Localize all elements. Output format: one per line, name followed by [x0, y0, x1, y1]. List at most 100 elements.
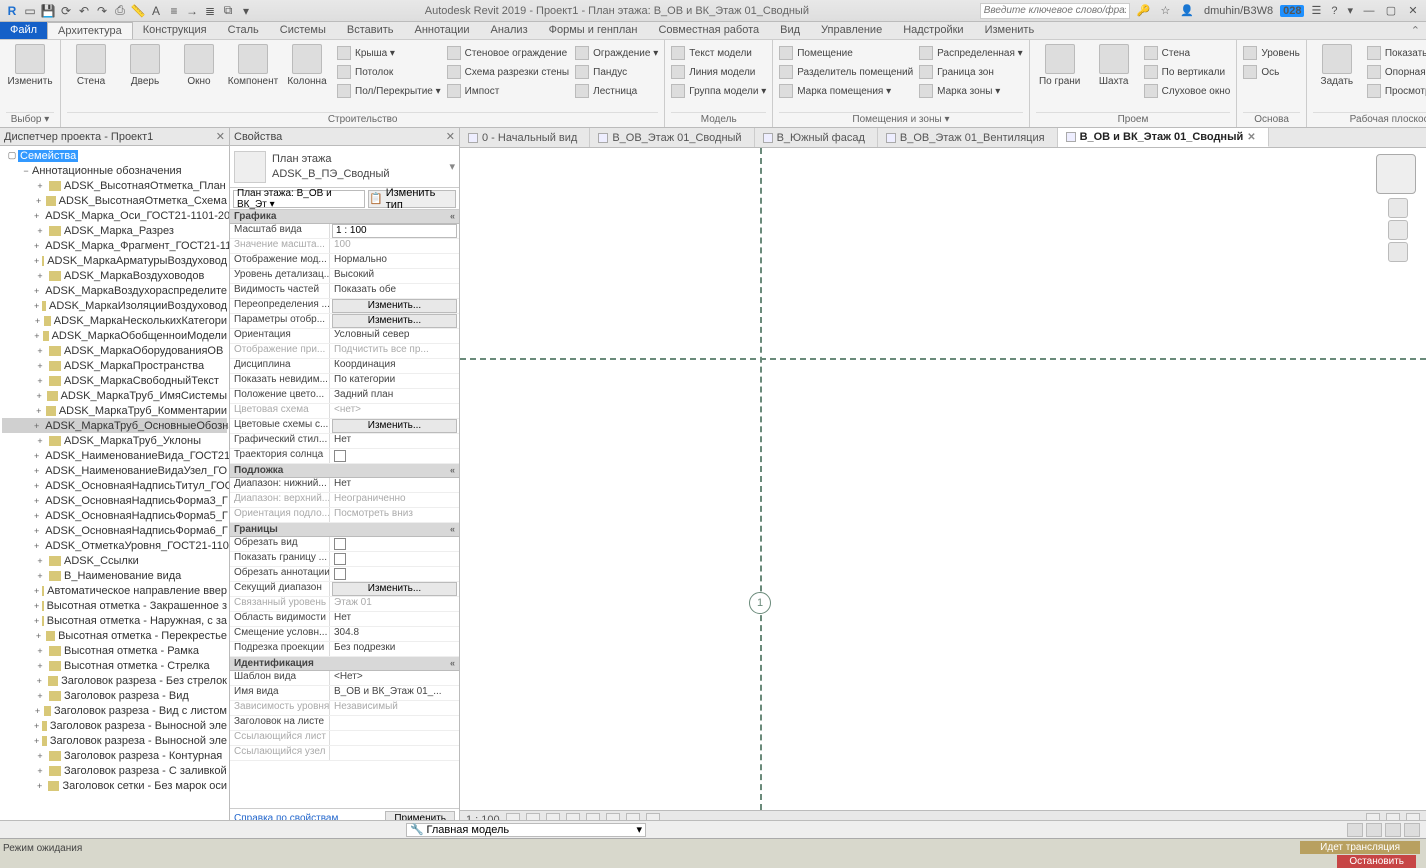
prop-row[interactable]: Заголовок на листе [230, 716, 459, 731]
prop-value[interactable]: В_ОВ и ВК_Этаж 01_... [330, 686, 459, 700]
prop-value[interactable]: Подчистить все пр... [330, 344, 459, 358]
floor-button[interactable]: Пол/Перекрытие ▾ [337, 82, 441, 100]
tree-item[interactable]: +ADSK_МаркаНесколькихКатегори [2, 313, 227, 328]
ribbon-tab-addins[interactable]: Надстройки [893, 22, 974, 39]
ribbon-tab-massing[interactable]: Формы и генплан [539, 22, 649, 39]
user-name[interactable]: dmuhin/B3W8 [1201, 5, 1276, 17]
tree-item[interactable]: +ADSK_МаркаТруб_Комментарии [2, 403, 227, 418]
pan-icon[interactable] [1388, 220, 1408, 240]
align-icon[interactable]: ≡ [166, 3, 182, 19]
tree-item[interactable]: +ADSK_ОсновнаяНадписьФорма5_Г [2, 508, 227, 523]
roomtag-button[interactable]: Марка помещения ▾ [779, 82, 913, 100]
sync-icon[interactable]: ⟳ [58, 3, 74, 19]
prop-row[interactable]: Траектория солнца [230, 449, 459, 464]
prop-value[interactable] [330, 746, 459, 760]
type-dropdown-icon[interactable]: ▾ [449, 160, 455, 173]
roof-button[interactable]: Крыша ▾ [337, 44, 441, 62]
tree-item[interactable]: +Заголовок разреза - Вид [2, 688, 227, 703]
prop-row[interactable]: Ссылающийся лист [230, 731, 459, 746]
workset-dropdown[interactable]: 🔧 Главная модель▾ [406, 823, 646, 837]
tree-item[interactable]: +Заголовок разреза - С заливкой [2, 763, 227, 778]
prop-row[interactable]: Уровень детализац...Высокий [230, 269, 459, 284]
roomsep-button[interactable]: Разделитель помещений [779, 63, 913, 81]
grid-bubble[interactable]: 1 [749, 592, 771, 614]
prop-row[interactable]: Отображение мод...Нормально [230, 254, 459, 269]
prop-row[interactable]: Зависимость уровняНезависимый [230, 701, 459, 716]
prop-value[interactable]: Нет [330, 612, 459, 626]
tree-item[interactable]: +Автоматическое направление ввер [2, 583, 227, 598]
modelline-button[interactable]: Линия модели [671, 63, 766, 81]
ribbon-tab-modify[interactable]: Изменить [975, 22, 1046, 39]
view-tab[interactable]: В_Южный фасад [755, 128, 878, 147]
tree-item[interactable]: +ADSK_ВысотнаяОтметка_Схема [2, 193, 227, 208]
ribbon-tab-view[interactable]: Вид [770, 22, 811, 39]
prop-row[interactable]: Подрезка проекцииБез подрезки [230, 642, 459, 657]
railing-button[interactable]: Ограждение ▾ [575, 44, 658, 62]
instance-dropdown[interactable]: План этажа: В_ОВ и ВК_Эт ▾ [233, 190, 365, 208]
prop-input[interactable]: 1 : 100 [332, 224, 457, 238]
tree-item[interactable]: +Заголовок разреза - Контурная [2, 748, 227, 763]
tree-item[interactable]: +Заголовок разреза - Без стрелок [2, 673, 227, 688]
tree-item[interactable]: +ADSK_ОсновнаяНадписьФорма6_Г [2, 523, 227, 538]
tree-item[interactable]: +ADSK_МаркаТруб_Уклоны [2, 433, 227, 448]
prop-row[interactable]: Имя видаВ_ОВ и ВК_Этаж 01_... [230, 686, 459, 701]
tree-item[interactable]: +Высотная отметка - Рамка [2, 643, 227, 658]
show-button[interactable]: Показать [1367, 44, 1426, 62]
ceiling-button[interactable]: Потолок [337, 63, 441, 81]
prop-row[interactable]: Область видимостиНет [230, 612, 459, 627]
prop-row[interactable]: Цветовая схема<нет> [230, 404, 459, 419]
user-icon[interactable]: 👤 [1177, 4, 1197, 17]
help-icon[interactable]: ? [1328, 5, 1340, 17]
prop-value[interactable]: Нет [330, 478, 459, 492]
prop-row[interactable]: Смещение условн...304.8 [230, 627, 459, 642]
modelgroup-button[interactable]: Группа модели ▾ [671, 82, 766, 100]
prop-category[interactable]: Графика« [230, 210, 459, 224]
thinlines-icon[interactable]: ≣ [202, 3, 218, 19]
prop-row[interactable]: Положение цвето...Задний план [230, 389, 459, 404]
panel-title-select[interactable]: Выбор ▾ [6, 112, 54, 125]
redo-icon[interactable]: ↷ [94, 3, 110, 19]
ribbon-tab-systems[interactable]: Системы [270, 22, 337, 39]
curtainwall-button[interactable]: Стеновое ограждение [447, 44, 569, 62]
qat-dropdown-icon[interactable]: ▾ [238, 3, 254, 19]
prop-category[interactable]: Границы« [230, 523, 459, 537]
tree-item[interactable]: +ADSK_ОсновнаяНадписьТитул_ГОС [2, 478, 227, 493]
viewcube-icon[interactable] [1376, 154, 1416, 194]
tree-item[interactable]: +Заголовок разреза - Выносной эле [2, 718, 227, 733]
prop-row[interactable]: Значение масшта...100 [230, 239, 459, 254]
panel-title-rooms[interactable]: Помещения и зоны ▾ [779, 112, 1022, 125]
prop-row[interactable]: Отображение при...Подчистить все пр... [230, 344, 459, 359]
prop-value[interactable]: 100 [330, 239, 459, 253]
door-button[interactable]: Дверь [121, 42, 169, 87]
grid-line-vertical[interactable] [760, 148, 762, 810]
tree-item[interactable]: +ADSK_МаркаОборудованияОВ [2, 343, 227, 358]
prop-value[interactable] [330, 716, 459, 730]
tree-item[interactable]: +ADSK_МаркаОбобщенноиМодели [2, 328, 227, 343]
stop-button[interactable]: Остановить [1337, 855, 1416, 868]
prop-row[interactable]: Показать границу ... [230, 552, 459, 567]
prop-value[interactable]: Нет [330, 434, 459, 448]
wallopen-button[interactable]: Стена [1144, 44, 1231, 62]
prop-value[interactable]: Неограниченно [330, 493, 459, 507]
editable-icon[interactable] [1385, 823, 1401, 837]
ribbon-tab-structure[interactable]: Конструкция [133, 22, 218, 39]
text-icon[interactable]: A [148, 3, 164, 19]
refplane-button[interactable]: Опорная плоскость [1367, 63, 1426, 81]
tree-item[interactable]: +ADSK_Марка_Разрез [2, 223, 227, 238]
stair-button[interactable]: Лестница [575, 82, 658, 100]
tree-item[interactable]: +ADSK_ВысотнаяОтметка_План [2, 178, 227, 193]
prop-row[interactable]: ДисциплинаКоординация [230, 359, 459, 374]
level-button[interactable]: Уровень [1243, 44, 1300, 62]
section-icon[interactable]: → [184, 3, 200, 19]
prop-edit-button[interactable]: Изменить... [332, 299, 457, 313]
prop-value[interactable]: Без подрезки [330, 642, 459, 656]
tree-item[interactable]: +ADSK_МаркаПространства [2, 358, 227, 373]
properties-close-icon[interactable]: ✕ [446, 130, 455, 143]
prop-value[interactable]: По категории [330, 374, 459, 388]
tree-item[interactable]: +ADSK_НаименованиеВидаУзел_ГО [2, 463, 227, 478]
dormer-button[interactable]: Слуховое окно [1144, 82, 1231, 100]
print-icon[interactable]: ⎙ [112, 3, 128, 19]
prop-row[interactable]: Шаблон вида<Нет> [230, 671, 459, 686]
tree-item[interactable]: +Заголовок сетки - Без марок оси [2, 778, 227, 793]
view-tab[interactable]: В_ОВ_Этаж 01_Вентиляция [878, 128, 1058, 147]
